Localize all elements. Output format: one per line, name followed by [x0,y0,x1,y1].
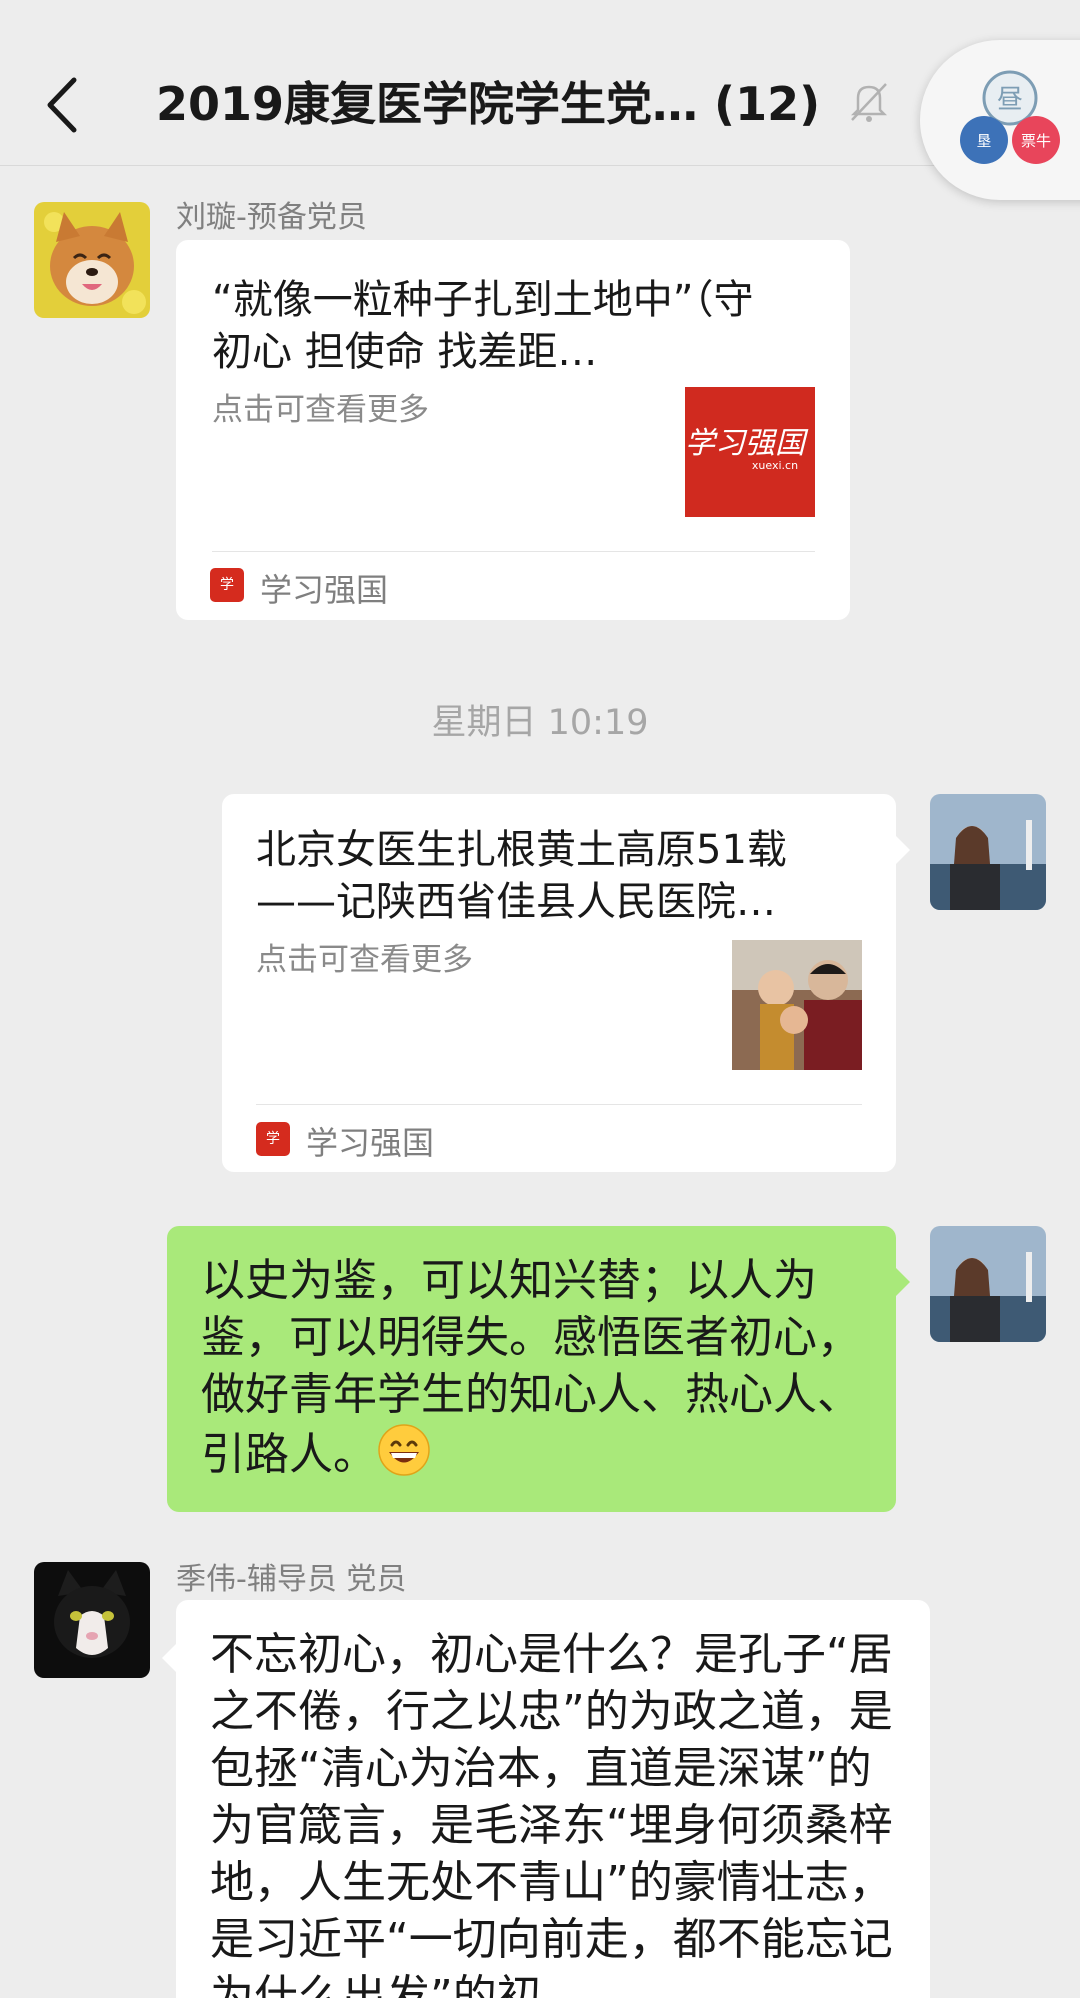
sender-name: 刘璇-预备党员 [176,200,367,235]
message-text: 以史为鉴，可以知兴替；以人为鉴，可以明得失。感悟医者初心，做好青年学生的知心人、… [201,1255,861,1480]
avatar-self[interactable] [930,1226,1046,1342]
message-bubble[interactable]: 不忘初心，初心是什么？是孔子“居之不倦，行之以忠”的为政之道，是包拯“清心为治本… [176,1600,930,1998]
avatar-sender-liuxuan[interactable] [34,202,150,318]
avatar-sender-jiwei[interactable] [34,1562,150,1678]
bell-off-icon [844,76,894,126]
xuexi-qiangguo-icon: 学 [256,1122,290,1156]
timestamp: 星期日 10:19 [431,703,649,743]
back-button[interactable] [40,70,90,140]
mini-logo-right-label: 票牛 [1021,132,1051,150]
chat-title[interactable]: 2019康复医学院学生党… (12) [156,68,820,134]
card-thumbnail: 学习强国 xuexi.cn [685,387,815,517]
link-card[interactable]: 北京女医生扎根黄土高原51载——记陕西省佳县人民医院… 点击可查看更多 学 学习… [222,794,896,1172]
mini-program-capsule[interactable]: 昼 垦 票牛 [920,40,1080,200]
card-source-name: 学习强国 [306,1124,435,1162]
xuexi-qiangguo-icon: 学 [210,568,244,602]
card-title: “就像一粒种子扎到土地中”（守初心 担使命 找差距… [212,277,754,375]
sender-name: 季伟-辅导员 党员 [176,1562,407,1597]
link-card[interactable]: “就像一粒种子扎到土地中”（守初心 担使命 找差距… 点击可查看更多 学习强国 … [176,240,850,620]
message-bubble[interactable]: 以史为鉴，可以知兴替；以人为鉴，可以明得失。感悟医者初心，做好青年学生的知心人、… [167,1226,896,1512]
card-source-name: 学习强国 [260,571,389,609]
card-description: 点击可查看更多 [212,392,429,428]
bubble-tail [896,1268,910,1296]
mini-logo-char: 昼 [997,85,1023,115]
mini-program-logo-icon: 昼 垦 票牛 [960,70,1060,164]
card-description: 点击可查看更多 [256,942,473,978]
card-title: 北京女医生扎根黄土高原51载——记陕西省佳县人民医院… [256,827,787,925]
thumb-logo-subtext: xuexi.cn [752,459,798,472]
card-thumbnail [732,940,862,1070]
message-text: 不忘初心，初心是什么？是孔子“居之不倦，行之以忠”的为政之道，是包拯“清心为治本… [210,1629,893,1998]
chat-header: 2019康复医学院学生党… (12) 昼 垦 票牛 [0,0,1080,200]
thumb-logo-text: 学习强国 [685,426,809,461]
bubble-tail [896,836,910,864]
grinning-face-icon [378,1424,430,1476]
mini-logo-left-label: 垦 [976,132,991,150]
chevron-left-icon [47,77,77,133]
bubble-tail [162,1644,176,1672]
card-divider [212,551,815,552]
avatar-self[interactable] [930,794,1046,910]
card-divider [256,1104,862,1105]
